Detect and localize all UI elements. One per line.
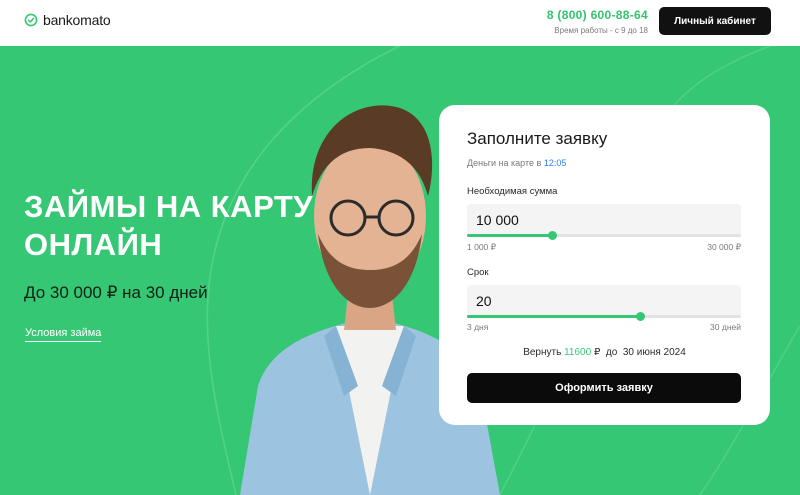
term-min-label: 3 дня [467,322,489,332]
submit-application-button[interactable]: Оформить заявку [467,373,741,403]
return-summary: Вернуть 11600 ₽ до 30 июня 2024 [439,347,770,358]
working-hours: Время работы - с 9 до 18 [554,26,648,35]
term-slider-thumb[interactable] [635,312,645,321]
personal-account-button[interactable]: Личный кабинет [659,7,771,35]
return-date: 30 июня 2024 [622,347,686,358]
amount-slider-fill [467,234,552,237]
note-prefix: Деньги на карте в [467,158,542,168]
hero-subtitle: До 30 000 ₽ на 30 дней [24,283,208,302]
return-amount: 11600 [564,347,592,358]
amount-input[interactable]: 10 000 [467,204,741,236]
logo-text: bankomato [43,12,111,28]
money-arrival-note: Деньги на карте в 12:05 [467,158,566,168]
amount-max-label: 30 000 ₽ [707,242,741,252]
term-label: Срок [467,267,489,278]
term-max-label: 30 дней [710,322,741,332]
note-time: 12:05 [543,158,567,168]
logo-icon [24,13,38,27]
term-slider-fill [467,315,640,318]
return-until: до [605,347,618,358]
logo[interactable]: bankomato [24,12,111,28]
contact-block: 8 (800) 600-88-64 Время работы - с 9 до … [547,8,648,35]
form-title: Заполните заявку [467,129,608,148]
return-prefix: Вернуть [523,347,562,358]
amount-label: Необходимая сумма [467,186,558,197]
phone-number[interactable]: 8 (800) 600-88-64 [547,8,648,22]
return-currency: ₽ [593,347,601,358]
site-header: bankomato 8 (800) 600-88-64 Время работы… [0,0,800,46]
hero-section: ЗАЙМЫ НА КАРТУ ОНЛАЙН До 30 000 ₽ на 30 … [0,46,800,495]
term-slider[interactable] [467,312,741,321]
term-input[interactable]: 20 [467,285,741,317]
amount-min-label: 1 000 ₽ [467,242,497,252]
amount-slider[interactable] [467,231,741,240]
hero-title: ЗАЙМЫ НА КАРТУ ОНЛАЙН [24,189,314,262]
application-form: Заполните заявку Деньги на карте в 12:05… [439,105,770,425]
loan-terms-link[interactable]: Условия займа [25,327,102,342]
amount-slider-thumb[interactable] [547,231,557,240]
